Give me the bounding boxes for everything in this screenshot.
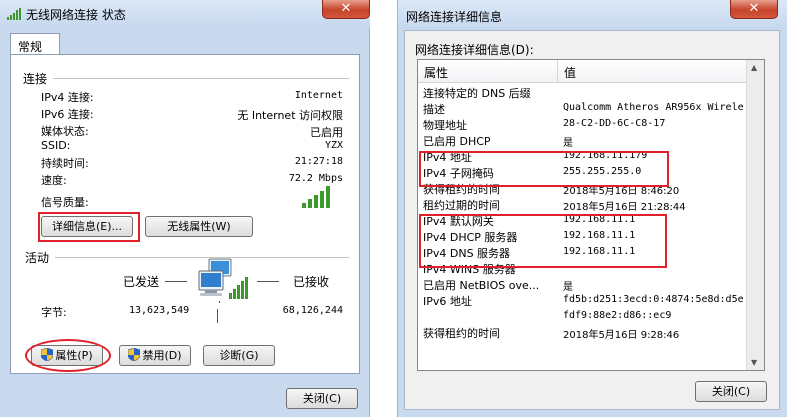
- property-name: 物理地址: [423, 119, 467, 132]
- status-window-titlebar[interactable]: 无线网络连接 状态 ✕: [0, 0, 370, 28]
- ssid-label: SSID:: [41, 139, 71, 152]
- list-item[interactable]: fdf9:88e2:d86::ec9: [418, 308, 748, 324]
- details-window: 网络连接详细信息 ✕ 网络连接详细信息(D): 属性 值 连接特定的 DNS 后…: [397, 0, 787, 417]
- property-value: Qualcomm Atheros AR956x Wirele: [563, 102, 744, 113]
- property-value: 2018年5月16日 9:28:46: [563, 330, 680, 341]
- bytes-label: 字节:: [41, 306, 67, 319]
- property-value: 是: [563, 138, 573, 149]
- property-name: IPv6 地址: [423, 295, 472, 308]
- property-name: 已启用 NetBIOS ove...: [423, 279, 540, 292]
- scroll-down-icon[interactable]: ▼: [751, 358, 757, 367]
- details-window-title: 网络连接详细信息: [406, 10, 503, 24]
- ipv6-connectivity-label: IPv6 连接:: [41, 108, 94, 121]
- list-item[interactable]: 描述 Qualcomm Atheros AR956x Wirele: [418, 100, 748, 116]
- property-name: 连接特定的 DNS 后缀: [423, 87, 531, 100]
- speed-value: 72.2 Mbps: [288, 173, 343, 184]
- property-name: 描述: [423, 103, 445, 116]
- activity-center-line: [217, 309, 218, 323]
- property-value: fd5b:d251:3ecd:0:4874:5e8d:d5e: [563, 294, 744, 305]
- duration-label: 持续时间:: [41, 157, 89, 170]
- ssid-value: YZX: [324, 140, 343, 151]
- gateway-dhcp-dns-highlight-box: [419, 214, 667, 268]
- list-item[interactable]: IPv6 地址 fd5b:d251:3ecd:0:4874:5e8d:d5e: [418, 292, 748, 308]
- property-value: 2018年5月16日 21:28:44: [563, 202, 686, 213]
- connection-section-title: 连接: [23, 72, 48, 86]
- general-panel: 连接 IPv4 连接: Internet IPv6 连接: 无 Internet…: [10, 54, 360, 374]
- property-value: fdf9:88e2:d86::ec9: [563, 310, 672, 321]
- speed-label: 速度:: [41, 174, 67, 187]
- duration-value: 21:27:18: [294, 156, 343, 167]
- property-name: 租约过期的时间: [423, 199, 500, 212]
- list-item[interactable]: 已启用 DHCP 是: [418, 132, 748, 149]
- property-name: 获得租约的时间: [423, 327, 500, 340]
- close-icon[interactable]: ✕: [730, 0, 778, 19]
- details-highlight-box: [38, 212, 140, 242]
- uac-shield-icon: [128, 348, 141, 361]
- received-label: 已接收: [293, 275, 330, 289]
- status-close-button[interactable]: 关闭(C): [286, 388, 358, 409]
- tab-general-label: 常规: [18, 40, 43, 54]
- media-state-value: 已启用: [310, 126, 343, 139]
- listview-header: 属性 值: [418, 60, 748, 83]
- property-value: 28-C2-DD-6C-C8-17: [563, 118, 666, 129]
- wireless-network-icon: [7, 8, 21, 20]
- diagnose-button[interactable]: 诊断(G): [203, 345, 275, 366]
- status-window: 无线网络连接 状态 ✕ 常规 连接 IPv4 连接: Internet IPv6…: [0, 0, 370, 417]
- list-item[interactable]: 连接特定的 DNS 后缀: [418, 84, 748, 100]
- scroll-up-icon[interactable]: ▲: [751, 63, 757, 72]
- column-divider[interactable]: [557, 60, 558, 82]
- signal-strength-icon: [302, 186, 330, 208]
- property-name: 已启用 DHCP: [423, 135, 491, 148]
- sent-dash: [165, 281, 187, 282]
- signal-quality-label: 信号质量:: [41, 196, 89, 209]
- ip-address-highlight-box: [419, 151, 669, 187]
- ipv4-connectivity-label: IPv4 连接:: [41, 91, 94, 104]
- column-header-value[interactable]: 值: [564, 64, 576, 81]
- disable-button[interactable]: 禁用(D): [119, 345, 191, 366]
- activity-section-title: 活动: [25, 251, 50, 265]
- network-computers-icon: [198, 258, 248, 303]
- wireless-properties-button[interactable]: 无线属性(W): [145, 216, 253, 237]
- list-item[interactable]: 物理地址 28-C2-DD-6C-C8-17: [418, 116, 748, 132]
- disable-button-label: 禁用(D): [142, 349, 182, 362]
- tab-general[interactable]: 常规: [10, 33, 60, 55]
- list-item[interactable]: 获得租约的时间 2018年5月16日 9:28:46: [418, 324, 748, 341]
- received-dash: [257, 281, 279, 282]
- ipv6-connectivity-value: 无 Internet 访问权限: [237, 109, 343, 122]
- list-item[interactable]: 租约过期的时间 2018年5月16日 21:28:44: [418, 196, 748, 213]
- bytes-received-value: 68,126,244: [282, 305, 343, 316]
- close-icon[interactable]: ✕: [322, 0, 370, 19]
- vertical-scrollbar[interactable]: ▲ ▼: [746, 60, 764, 370]
- ipv4-connectivity-value: Internet: [294, 90, 343, 101]
- sent-label: 已发送: [123, 275, 160, 289]
- details-content: 网络连接详细信息(D): 属性 值 连接特定的 DNS 后缀 描述 Qualcom…: [404, 30, 780, 410]
- media-state-label: 媒体状态:: [41, 125, 89, 138]
- details-list-label: 网络连接详细信息(D):: [415, 43, 534, 57]
- property-value: 是: [563, 282, 573, 293]
- details-window-titlebar[interactable]: 网络连接详细信息 ✕: [398, 0, 787, 30]
- properties-highlight-ellipse: [25, 339, 111, 372]
- list-item[interactable]: 已启用 NetBIOS ove... 是: [418, 276, 748, 293]
- bytes-sent-value: 13,623,549: [129, 305, 190, 316]
- details-close-button[interactable]: 关闭(C): [695, 381, 767, 402]
- status-window-title: 无线网络连接 状态: [26, 8, 126, 22]
- column-header-property[interactable]: 属性: [424, 64, 448, 81]
- connection-divider: [53, 78, 349, 79]
